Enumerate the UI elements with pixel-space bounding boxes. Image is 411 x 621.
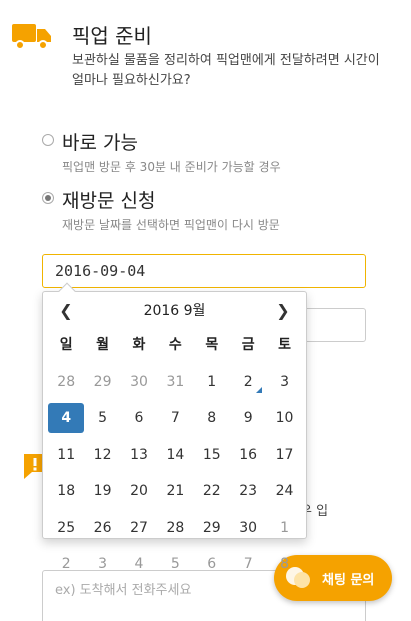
calendar-day[interactable]: 26 [84, 513, 120, 543]
calendar-day[interactable]: 6 [121, 403, 157, 433]
calendar-day[interactable]: 11 [48, 440, 84, 470]
calendar-day[interactable]: 10 [266, 403, 302, 433]
option-immediate-label[interactable]: 바로 가능 [62, 128, 138, 155]
weekday-header: 목 [205, 337, 219, 353]
calendar-day[interactable]: 8 [266, 549, 302, 579]
weekday-header: 화 [132, 337, 146, 353]
week-row: 11 12 13 14 15 16 17 [48, 440, 303, 470]
option-revisit-desc: 재방문 날짜를 선택하면 픽업맨이 다시 방문 [62, 218, 280, 232]
radio-immediate[interactable] [42, 134, 54, 146]
calendar-day[interactable]: 5 [157, 549, 193, 579]
calendar-day[interactable]: 13 [121, 440, 157, 470]
calendar-day[interactable]: 4 [48, 403, 85, 433]
calendar-day[interactable]: 24 [266, 476, 302, 506]
time-input[interactable] [300, 308, 366, 342]
calendar-day[interactable]: 30 [121, 367, 157, 397]
calendar-day[interactable]: 3 [266, 367, 302, 397]
calendar-day[interactable]: 23 [230, 476, 266, 506]
option-revisit-label[interactable]: 재방문 신청 [62, 186, 155, 213]
week-row: 18 19 20 21 22 23 24 [48, 476, 303, 506]
calendar-day[interactable]: 7 [230, 549, 266, 579]
week-row: 25 26 27 28 29 30 1 [48, 513, 303, 543]
datepicker-header: 2016 9월 ❮ ❯ [43, 300, 306, 322]
weekday-header: 월 [96, 337, 110, 353]
datepicker-title: 2016 9월 [143, 303, 206, 319]
calendar-day[interactable]: 1 [194, 367, 230, 397]
calendar-day[interactable]: 31 [157, 367, 193, 397]
calendar-day[interactable]: 14 [157, 440, 193, 470]
calendar-day[interactable]: 20 [121, 476, 157, 506]
page-description: 보관하실 물품을 정리하여 픽업맨에게 전달하려면 시간이 얼마나 필요하신가요… [72, 53, 380, 88]
option-immediate-desc: 픽업맨 방문 후 30분 내 준비가 가능할 경우 [62, 160, 281, 174]
calendar-day[interactable]: 4 [121, 549, 157, 579]
chat-inquiry-label[interactable]: 채팅 문의 [322, 569, 374, 588]
calendar-day[interactable]: 28 [157, 513, 193, 543]
calendar-day[interactable]: 19 [84, 476, 120, 506]
calendar-day[interactable]: 7 [157, 403, 193, 433]
weekday-header: 금 [241, 337, 255, 353]
truck-icon [12, 24, 51, 50]
datepicker-grid: 일 월 화 수 목 금 토 28 29 30 31 1 2 3 4 5 6 7 8 9 10 11 12 13 14 15 16 17… [48, 330, 303, 586]
calendar-day[interactable]: 6 [194, 549, 230, 579]
weekday-row: 일월화수목금토 [48, 330, 303, 360]
calendar-day[interactable]: 5 [84, 403, 120, 433]
weekday-header: 수 [168, 337, 182, 353]
next-month-button[interactable]: ❯ [272, 300, 294, 322]
calendar-day[interactable]: 3 [84, 549, 120, 579]
week-row: 2345678 [48, 549, 303, 579]
calendar-day[interactable]: 29 [194, 513, 230, 543]
datepicker: 2016 9월 ❮ ❯ 일 월 화 수 목 금 토 28 29 30 31 1 2 3 4 5 6 7 8 9 10 11… [42, 282, 307, 572]
calendar-day[interactable]: 1 [266, 513, 302, 543]
calendar-day[interactable]: 28 [48, 367, 84, 397]
calendar-day[interactable]: 22 [194, 476, 230, 506]
calendar-day[interactable]: 21 [157, 476, 193, 506]
calendar-day[interactable]: 18 [48, 476, 84, 506]
calendar-day[interactable]: 25 [48, 513, 84, 543]
calendar-day[interactable]: 2 [48, 549, 84, 579]
week-row: 4 5 6 7 8 9 10 [48, 403, 303, 433]
weekday-header: 토 [278, 337, 291, 353]
calendar-day[interactable]: 8 [194, 403, 230, 433]
weekday-header: 일 [59, 337, 73, 353]
calendar-day[interactable]: 30 [230, 513, 266, 543]
calendar-day[interactable]: 2 [230, 367, 266, 397]
radio-revisit[interactable] [42, 192, 54, 204]
calendar-day[interactable]: 12 [84, 440, 120, 470]
calendar-day[interactable]: 29 [84, 367, 120, 397]
calendar-day[interactable]: 17 [266, 440, 302, 470]
calendar-day[interactable]: 16 [230, 440, 266, 470]
calendar-day[interactable]: 9 [230, 403, 266, 433]
calendar-day[interactable]: 27 [121, 513, 157, 543]
prev-month-button[interactable]: ❮ [55, 300, 77, 322]
page-title: 픽업 준비 [72, 24, 152, 48]
calendar-day[interactable]: 15 [194, 440, 230, 470]
week-row: 28 29 30 31 1 2 3 [48, 367, 303, 397]
date-input[interactable]: 2016-09-04 [42, 254, 366, 288]
